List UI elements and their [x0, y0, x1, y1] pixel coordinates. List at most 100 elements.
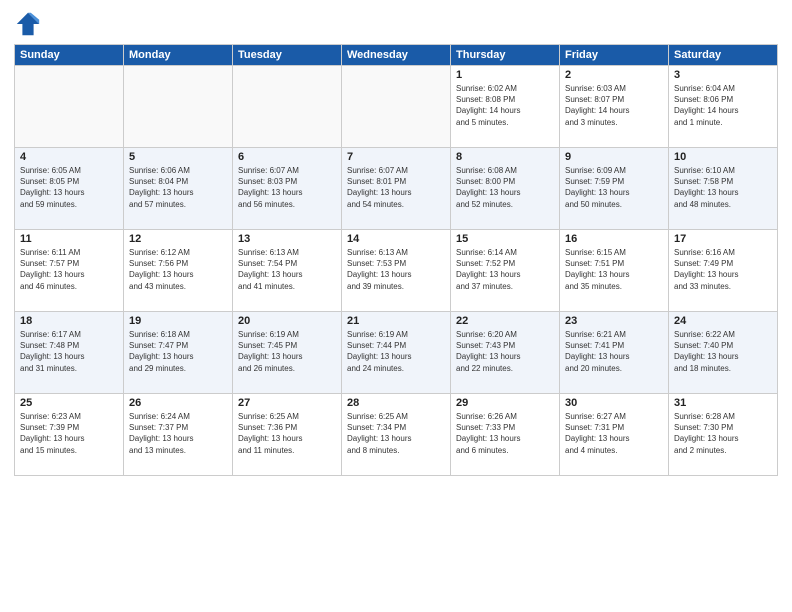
- calendar-cell: 23 Sunrise: 6:21 AM Sunset: 7:41 PM Dayli…: [560, 312, 669, 394]
- day-number: 12: [129, 233, 227, 245]
- day-info: Sunrise: 6:26 AM Sunset: 7:33 PM Dayligh…: [456, 411, 554, 456]
- day-info: Sunrise: 6:07 AM Sunset: 8:01 PM Dayligh…: [347, 165, 445, 210]
- day-number: 29: [456, 397, 554, 409]
- day-number: 26: [129, 397, 227, 409]
- page: SundayMondayTuesdayWednesdayThursdayFrid…: [0, 0, 792, 612]
- day-info: Sunrise: 6:27 AM Sunset: 7:31 PM Dayligh…: [565, 411, 663, 456]
- day-number: 15: [456, 233, 554, 245]
- day-info: Sunrise: 6:02 AM Sunset: 8:08 PM Dayligh…: [456, 83, 554, 128]
- day-number: 1: [456, 69, 554, 81]
- day-info: Sunrise: 6:22 AM Sunset: 7:40 PM Dayligh…: [674, 329, 772, 374]
- day-number: 20: [238, 315, 336, 327]
- calendar-cell: 17 Sunrise: 6:16 AM Sunset: 7:49 PM Dayli…: [669, 230, 778, 312]
- calendar-table: SundayMondayTuesdayWednesdayThursdayFrid…: [14, 44, 778, 476]
- calendar-cell: 29 Sunrise: 6:26 AM Sunset: 7:33 PM Dayli…: [451, 394, 560, 476]
- day-info: Sunrise: 6:13 AM Sunset: 7:53 PM Dayligh…: [347, 247, 445, 292]
- calendar-cell: 6Sunrise: 6:07 AM Sunset: 8:03 PM Daylig…: [233, 148, 342, 230]
- day-info: Sunrise: 6:12 AM Sunset: 7:56 PM Dayligh…: [129, 247, 227, 292]
- day-info: Sunrise: 6:19 AM Sunset: 7:44 PM Dayligh…: [347, 329, 445, 374]
- day-info: Sunrise: 6:25 AM Sunset: 7:34 PM Dayligh…: [347, 411, 445, 456]
- calendar-cell: [342, 66, 451, 148]
- calendar-cell: 19 Sunrise: 6:18 AM Sunset: 7:47 PM Dayli…: [124, 312, 233, 394]
- calendar-cell: 10 Sunrise: 6:10 AM Sunset: 7:58 PM Dayli…: [669, 148, 778, 230]
- calendar-cell: 24 Sunrise: 6:22 AM Sunset: 7:40 PM Dayli…: [669, 312, 778, 394]
- day-info: Sunrise: 6:17 AM Sunset: 7:48 PM Dayligh…: [20, 329, 118, 374]
- calendar-cell: 11 Sunrise: 6:11 AM Sunset: 7:57 PM Dayli…: [15, 230, 124, 312]
- day-info: Sunrise: 6:21 AM Sunset: 7:41 PM Dayligh…: [565, 329, 663, 374]
- day-number: 21: [347, 315, 445, 327]
- calendar-cell: 2Sunrise: 6:03 AM Sunset: 8:07 PM Daylig…: [560, 66, 669, 148]
- weekday-header-row: SundayMondayTuesdayWednesdayThursdayFrid…: [15, 45, 778, 66]
- day-number: 17: [674, 233, 772, 245]
- logo: [14, 10, 46, 38]
- day-info: Sunrise: 6:16 AM Sunset: 7:49 PM Dayligh…: [674, 247, 772, 292]
- week-row-2: 4 Sunrise: 6:05 AM Sunset: 8:05 PM Daylig…: [15, 148, 778, 230]
- day-number: 4: [20, 151, 118, 163]
- day-number: 5: [129, 151, 227, 163]
- day-number: 8: [456, 151, 554, 163]
- day-number: 19: [129, 315, 227, 327]
- day-info: Sunrise: 6:05 AM Sunset: 8:05 PM Dayligh…: [20, 165, 118, 210]
- calendar-cell: [124, 66, 233, 148]
- header: [14, 10, 778, 38]
- calendar-cell: 27Sunrise: 6:25 AM Sunset: 7:36 PM Dayli…: [233, 394, 342, 476]
- day-number: 25: [20, 397, 118, 409]
- day-number: 7: [347, 151, 445, 163]
- day-number: 31: [674, 397, 772, 409]
- day-number: 24: [674, 315, 772, 327]
- day-number: 28: [347, 397, 445, 409]
- logo-icon: [14, 10, 42, 38]
- week-row-5: 25 Sunrise: 6:23 AM Sunset: 7:39 PM Dayli…: [15, 394, 778, 476]
- calendar-cell: 30 Sunrise: 6:27 AM Sunset: 7:31 PM Dayli…: [560, 394, 669, 476]
- day-info: Sunrise: 6:23 AM Sunset: 7:39 PM Dayligh…: [20, 411, 118, 456]
- calendar-cell: 31Sunrise: 6:28 AM Sunset: 7:30 PM Dayli…: [669, 394, 778, 476]
- weekday-header-saturday: Saturday: [669, 45, 778, 66]
- day-number: 3: [674, 69, 772, 81]
- day-info: Sunrise: 6:25 AM Sunset: 7:36 PM Dayligh…: [238, 411, 336, 456]
- calendar-cell: 21 Sunrise: 6:19 AM Sunset: 7:44 PM Dayli…: [342, 312, 451, 394]
- day-info: Sunrise: 6:13 AM Sunset: 7:54 PM Dayligh…: [238, 247, 336, 292]
- weekday-header-sunday: Sunday: [15, 45, 124, 66]
- day-info: Sunrise: 6:14 AM Sunset: 7:52 PM Dayligh…: [456, 247, 554, 292]
- day-info: Sunrise: 6:15 AM Sunset: 7:51 PM Dayligh…: [565, 247, 663, 292]
- day-info: Sunrise: 6:20 AM Sunset: 7:43 PM Dayligh…: [456, 329, 554, 374]
- day-number: 9: [565, 151, 663, 163]
- day-info: Sunrise: 6:11 AM Sunset: 7:57 PM Dayligh…: [20, 247, 118, 292]
- day-info: Sunrise: 6:18 AM Sunset: 7:47 PM Dayligh…: [129, 329, 227, 374]
- weekday-header-monday: Monday: [124, 45, 233, 66]
- weekday-header-friday: Friday: [560, 45, 669, 66]
- calendar-cell: 5Sunrise: 6:06 AM Sunset: 8:04 PM Daylig…: [124, 148, 233, 230]
- calendar-cell: 8Sunrise: 6:08 AM Sunset: 8:00 PM Daylig…: [451, 148, 560, 230]
- calendar-cell: [15, 66, 124, 148]
- calendar-cell: [233, 66, 342, 148]
- calendar-cell: 26 Sunrise: 6:24 AM Sunset: 7:37 PM Dayli…: [124, 394, 233, 476]
- day-number: 23: [565, 315, 663, 327]
- calendar-cell: 16Sunrise: 6:15 AM Sunset: 7:51 PM Dayli…: [560, 230, 669, 312]
- week-row-1: 1 Sunrise: 6:02 AM Sunset: 8:08 PM Daylig…: [15, 66, 778, 148]
- weekday-header-wednesday: Wednesday: [342, 45, 451, 66]
- day-number: 18: [20, 315, 118, 327]
- calendar-cell: 18 Sunrise: 6:17 AM Sunset: 7:48 PM Dayli…: [15, 312, 124, 394]
- calendar-cell: 14Sunrise: 6:13 AM Sunset: 7:53 PM Dayli…: [342, 230, 451, 312]
- week-row-3: 11 Sunrise: 6:11 AM Sunset: 7:57 PM Dayli…: [15, 230, 778, 312]
- calendar-cell: 20 Sunrise: 6:19 AM Sunset: 7:45 PM Dayli…: [233, 312, 342, 394]
- calendar-cell: 12 Sunrise: 6:12 AM Sunset: 7:56 PM Dayli…: [124, 230, 233, 312]
- day-info: Sunrise: 6:19 AM Sunset: 7:45 PM Dayligh…: [238, 329, 336, 374]
- calendar-cell: 4 Sunrise: 6:05 AM Sunset: 8:05 PM Daylig…: [15, 148, 124, 230]
- weekday-header-tuesday: Tuesday: [233, 45, 342, 66]
- day-number: 30: [565, 397, 663, 409]
- day-number: 22: [456, 315, 554, 327]
- day-info: Sunrise: 6:24 AM Sunset: 7:37 PM Dayligh…: [129, 411, 227, 456]
- calendar-cell: 15 Sunrise: 6:14 AM Sunset: 7:52 PM Dayli…: [451, 230, 560, 312]
- day-number: 11: [20, 233, 118, 245]
- day-info: Sunrise: 6:07 AM Sunset: 8:03 PM Dayligh…: [238, 165, 336, 210]
- calendar-cell: 22 Sunrise: 6:20 AM Sunset: 7:43 PM Dayli…: [451, 312, 560, 394]
- day-info: Sunrise: 6:10 AM Sunset: 7:58 PM Dayligh…: [674, 165, 772, 210]
- week-row-4: 18 Sunrise: 6:17 AM Sunset: 7:48 PM Dayli…: [15, 312, 778, 394]
- calendar-cell: 7 Sunrise: 6:07 AM Sunset: 8:01 PM Daylig…: [342, 148, 451, 230]
- calendar-cell: 25 Sunrise: 6:23 AM Sunset: 7:39 PM Dayli…: [15, 394, 124, 476]
- calendar-cell: 13 Sunrise: 6:13 AM Sunset: 7:54 PM Dayli…: [233, 230, 342, 312]
- day-number: 13: [238, 233, 336, 245]
- calendar-cell: 1 Sunrise: 6:02 AM Sunset: 8:08 PM Daylig…: [451, 66, 560, 148]
- day-number: 10: [674, 151, 772, 163]
